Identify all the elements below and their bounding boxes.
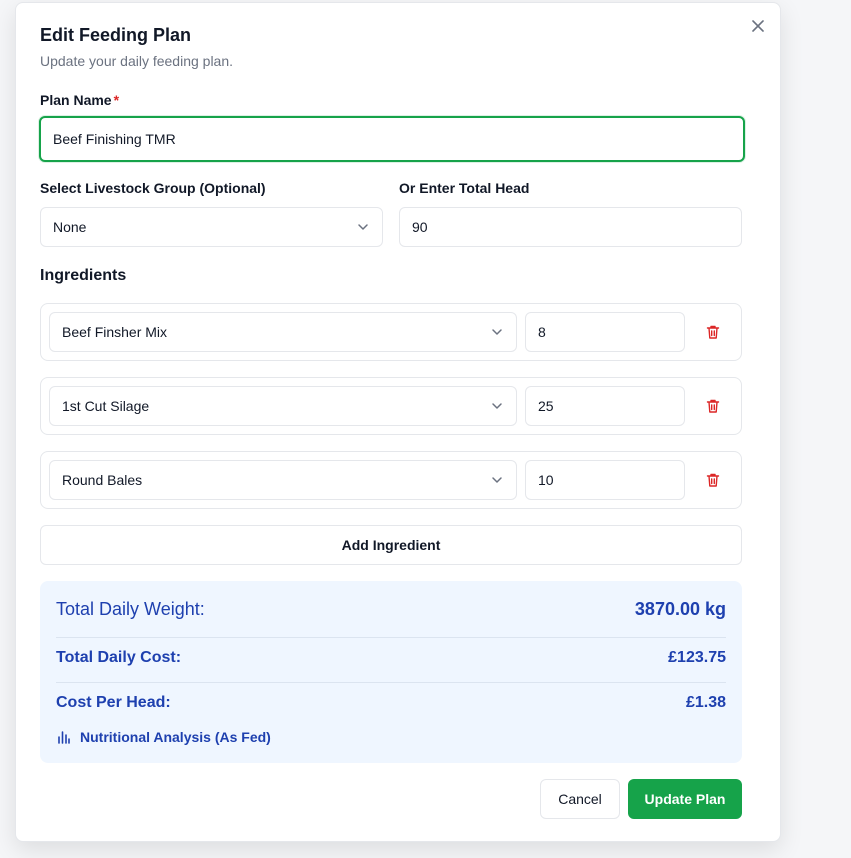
dialog-subtitle: Update your daily feeding plan. <box>40 53 234 69</box>
chevron-down-icon <box>358 224 368 230</box>
ingredient-quantity: 10 <box>538 472 554 488</box>
add-ingredient-button[interactable]: Add Ingredient <box>40 525 742 565</box>
livestock-group-value: None <box>53 219 87 235</box>
required-mark: * <box>113 92 120 108</box>
ingredient-select[interactable]: Round Bales <box>49 460 517 500</box>
plan-name-input[interactable]: Beef Finishing TMR <box>39 116 745 162</box>
ingredient-row: Round Bales 10 <box>40 451 742 509</box>
total-daily-weight-row: Total Daily Weight: 3870.00 kg <box>56 599 726 620</box>
nutritional-analysis-toggle[interactable]: Nutritional Analysis (As Fed) <box>56 729 271 745</box>
ingredient-quantity: 8 <box>538 324 546 340</box>
ingredient-name: Beef Finsher Mix <box>62 324 168 340</box>
cost-per-head-row: Cost Per Head: £1.38 <box>56 694 726 712</box>
total-daily-cost-label: Total Daily Cost: <box>56 649 182 666</box>
ingredient-name: Round Bales <box>62 472 143 488</box>
chevron-down-icon <box>492 403 502 409</box>
close-icon <box>752 20 764 32</box>
edit-feeding-plan-dialog: Edit Feeding Plan Update your daily feed… <box>15 2 781 842</box>
ingredients-title: Ingredients <box>40 267 127 284</box>
summary-divider <box>56 682 726 683</box>
dialog-title: Edit Feeding Plan <box>40 25 192 45</box>
ingredient-quantity-input[interactable]: 8 <box>525 312 685 352</box>
ingredient-row: Beef Finsher Mix 8 <box>40 303 742 361</box>
total-daily-cost-row: Total Daily Cost: £123.75 <box>56 649 726 667</box>
total-daily-weight-label: Total Daily Weight: <box>56 599 205 619</box>
plan-name-label: Plan Name * <box>40 92 119 108</box>
plan-name-value: Beef Finishing TMR <box>53 131 176 147</box>
plan-name-label-text: Plan Name <box>40 92 112 108</box>
ingredient-quantity: 25 <box>538 398 554 414</box>
close-button[interactable] <box>749 17 767 35</box>
total-head-value: 90 <box>412 219 428 235</box>
ingredient-name: 1st Cut Silage <box>62 398 150 414</box>
ingredient-select[interactable]: Beef Finsher Mix <box>49 312 517 352</box>
ingredient-row: 1st Cut Silage 25 <box>40 377 742 435</box>
chevron-down-icon <box>492 329 502 335</box>
trash-icon[interactable] <box>705 472 721 488</box>
nutritional-analysis-label: Nutritional Analysis (As Fed) <box>80 729 271 745</box>
bar-chart-icon <box>58 731 70 744</box>
ingredient-quantity-input[interactable]: 10 <box>525 460 685 500</box>
summary-divider <box>56 637 726 638</box>
livestock-group-select[interactable]: None <box>40 207 383 247</box>
cancel-button[interactable]: Cancel <box>540 779 620 819</box>
total-head-input[interactable]: 90 <box>399 207 742 247</box>
cost-per-head-label: Cost Per Head: <box>56 694 171 711</box>
chevron-down-icon <box>492 477 502 483</box>
trash-icon[interactable] <box>705 398 721 414</box>
plan-summary-panel: Total Daily Weight: 3870.00 kg Total Dai… <box>40 581 742 763</box>
ingredient-quantity-input[interactable]: 25 <box>525 386 685 426</box>
cost-per-head-value: £1.38 <box>685 694 726 711</box>
update-plan-button[interactable]: Update Plan <box>628 779 742 819</box>
ingredient-select[interactable]: 1st Cut Silage <box>49 386 517 426</box>
total-daily-weight-value: 3870.00 kg <box>634 599 726 619</box>
total-daily-cost-value: £123.75 <box>668 649 726 666</box>
livestock-group-label: Select Livestock Group (Optional) <box>40 180 266 196</box>
trash-icon[interactable] <box>705 324 721 340</box>
total-head-label: Or Enter Total Head <box>399 180 530 196</box>
